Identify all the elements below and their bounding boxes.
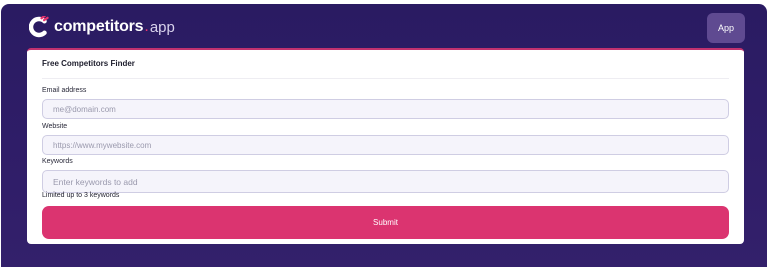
app-button[interactable]: App	[707, 13, 745, 43]
logo-dot: .	[144, 18, 149, 35]
form-title: Free Competitors Finder	[42, 59, 135, 68]
logo-name: competitors	[54, 18, 144, 35]
logo-tld: app	[149, 18, 175, 36]
keywords-label: Keywords	[42, 158, 73, 165]
website-label: Website	[42, 123, 68, 130]
website-input[interactable]	[42, 135, 729, 155]
competitors-finder-form: Free Competitors Finder Email address We…	[27, 48, 744, 244]
header: competitors . app App	[1, 4, 767, 48]
logo[interactable]: competitors . app	[29, 14, 175, 40]
keywords-input[interactable]	[42, 170, 729, 193]
form-divider	[42, 78, 729, 79]
keywords-hint: Limited up to 3 keywords	[42, 192, 120, 199]
page-background: competitors . app App Free Competitors F…	[1, 4, 767, 267]
email-label: Email address	[42, 87, 87, 94]
competitors-logo-icon	[29, 16, 49, 38]
submit-button[interactable]: Submit	[42, 206, 729, 239]
email-input[interactable]	[42, 99, 729, 119]
